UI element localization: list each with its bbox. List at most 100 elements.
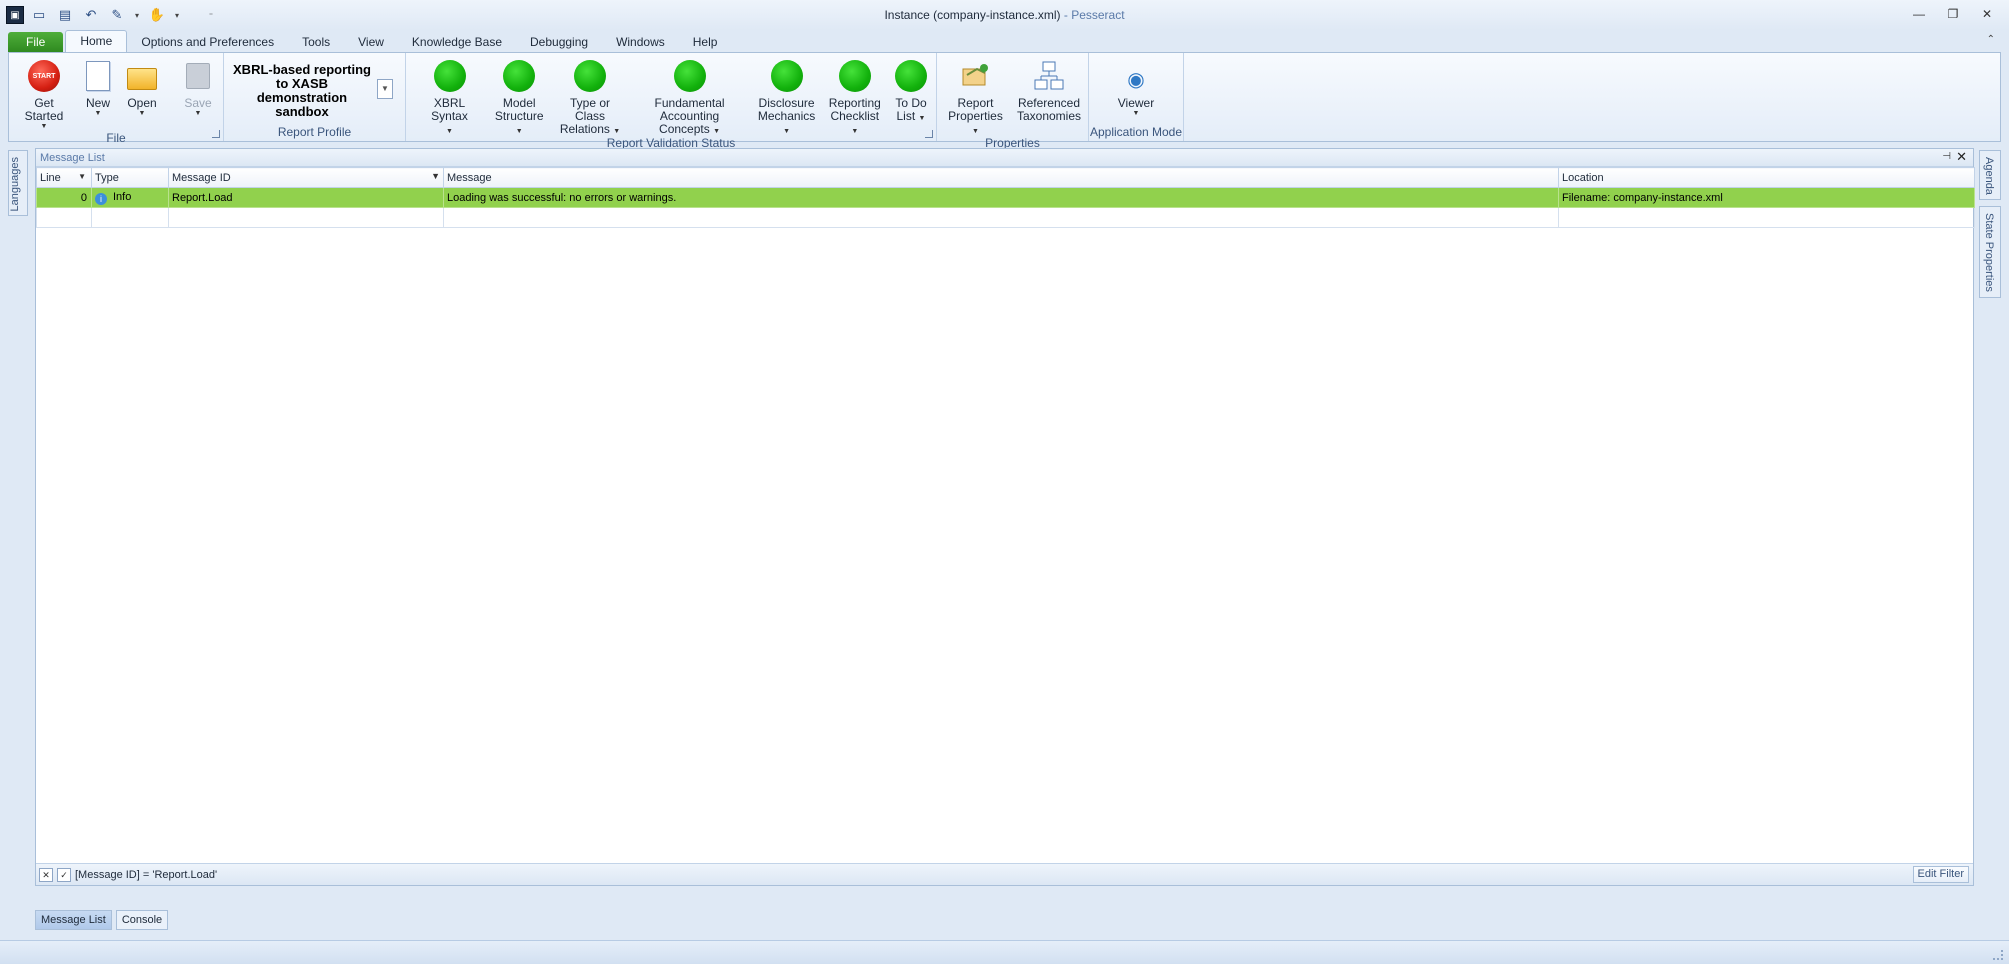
message-list-panel: Message List ⊣ ✕ Line ▼ Type Message ID ▼ … — [35, 148, 1975, 886]
tab-debugging[interactable]: Debugging — [516, 32, 602, 52]
dialog-launcher-icon[interactable] — [212, 130, 220, 138]
status-ok-icon — [503, 60, 536, 92]
status-bar — [0, 940, 2009, 964]
column-header-location[interactable]: Location — [1558, 167, 1975, 188]
collapse-ribbon-icon[interactable]: ⌃ — [1987, 34, 1995, 45]
clear-filter-icon[interactable]: ✕ — [39, 867, 53, 882]
filter-expression: [Message ID] = 'Report.Load' — [75, 868, 218, 881]
tab-options[interactable]: Options and Preferences — [127, 32, 288, 52]
minimize-button[interactable]: — — [1911, 6, 1927, 22]
window-controls: — ❐ ✕ — [1911, 6, 1995, 22]
referenced-taxonomies-button[interactable]: Referenced Taxonomies — [1013, 55, 1085, 136]
chevron-down-icon: ▼ — [446, 128, 453, 135]
sort-desc-icon: ▼ — [78, 172, 86, 181]
chevron-down-icon: ▼ — [972, 128, 979, 135]
disclosure-mechanics-label: Disclosure — [758, 96, 815, 110]
ribbon-group-file: START Get Started ▼ New ▼ Open ▼ Save ▼ … — [9, 53, 224, 145]
get-started-button[interactable]: START Get Started ▼ — [12, 55, 76, 131]
filter-bar: ✕ ✓ [Message ID] = 'Report.Load' Edit Fi… — [36, 863, 1973, 885]
app-name: Pesseract — [1071, 8, 1125, 22]
fundamental-accounting-label: Fundamental — [654, 96, 725, 110]
filter-icon[interactable]: ▼ — [431, 171, 440, 181]
tab-file[interactable]: File — [8, 32, 64, 52]
tab-windows[interactable]: Windows — [602, 32, 679, 52]
tab-tools[interactable]: Tools — [288, 32, 344, 52]
state-properties-side-tab[interactable]: State Properties — [1979, 206, 2001, 298]
cell-location: Filename: company-instance.xml — [1558, 187, 1975, 208]
open-label: Open — [127, 96, 157, 110]
get-started-label: Get Started — [24, 96, 64, 123]
column-header-message-id[interactable]: Message ID ▼ — [168, 167, 444, 188]
xbrl-syntax-label: XBRL Syntax — [431, 96, 468, 123]
resize-grip-icon[interactable] — [1993, 950, 2003, 960]
cell-type: i Info — [91, 187, 169, 208]
chevron-down-icon: ▼ — [194, 110, 202, 117]
tab-knowledge-base[interactable]: Knowledge Base — [398, 32, 516, 52]
report-properties-label: Report — [957, 96, 994, 110]
model-structure-button[interactable]: Model Structure ▼ — [489, 55, 549, 136]
chevron-down-icon: ▼ — [94, 110, 102, 117]
state-properties-label: State Properties — [1983, 213, 1995, 292]
to-do-list-button[interactable]: To Do List ▼ — [889, 55, 933, 136]
fundamental-accounting-concepts-button[interactable]: Fundamental Accounting Concepts ▼ — [631, 55, 749, 136]
status-ok-icon — [673, 60, 706, 92]
chevron-down-icon: ▼ — [613, 128, 621, 135]
status-ok-icon — [895, 60, 927, 92]
tab-home[interactable]: Home — [65, 30, 128, 52]
languages-label: Languages — [9, 157, 21, 212]
column-header-type[interactable]: Type — [91, 167, 169, 188]
tab-help[interactable]: Help — [679, 32, 732, 52]
agenda-side-tab[interactable]: Agenda — [1979, 150, 2001, 200]
eye-icon: ◉ — [1127, 68, 1145, 91]
save-button[interactable]: Save ▼ — [176, 55, 220, 131]
close-icon[interactable]: ✕ — [1956, 149, 1967, 165]
group-label-report-profile: Report Profile — [277, 125, 352, 139]
edit-filter-button[interactable]: Edit Filter — [1912, 866, 1969, 883]
tab-view[interactable]: View — [344, 32, 398, 52]
tab-console[interactable]: Console — [115, 910, 169, 930]
close-button[interactable]: ✕ — [1979, 6, 1995, 22]
chevron-down-icon: ▼ — [40, 123, 48, 130]
report-profile-dropdown[interactable]: ▼ — [377, 79, 393, 99]
model-structure-label: Model — [502, 96, 536, 110]
ribbon-group-validation: XBRL Syntax ▼ Model Structure ▼ Type or C… — [406, 53, 937, 150]
group-label-file: File — [106, 131, 126, 145]
group-label-application-mode: Application Mode — [1089, 125, 1183, 139]
type-class-relations-label: Type or Class — [569, 96, 611, 123]
xbrl-syntax-button[interactable]: XBRL Syntax ▼ — [414, 55, 485, 136]
column-header-line[interactable]: Line ▼ — [36, 167, 92, 188]
agenda-label: Agenda — [1983, 157, 1995, 195]
reporting-checklist-button[interactable]: Reporting Checklist ▼ — [825, 55, 885, 136]
dialog-launcher-icon[interactable] — [925, 130, 933, 138]
cell-message-id: Report.Load — [168, 187, 444, 208]
viewer-button[interactable]: ◉ Viewer ▼ — [1114, 55, 1158, 125]
open-button[interactable]: Open ▼ — [120, 55, 164, 131]
message-grid: Line ▼ Type Message ID ▼ Message Location … — [36, 167, 1975, 228]
bottom-tabs: Message List Console — [35, 910, 169, 930]
status-ok-icon — [574, 60, 606, 92]
referenced-taxonomies-label: Referenced — [1017, 96, 1080, 110]
languages-side-tab[interactable]: Languages — [8, 150, 28, 216]
report-profile-value[interactable]: XBRL-based reporting to XASB demonstrati… — [227, 55, 377, 125]
column-header-message[interactable]: Message — [443, 167, 1559, 188]
type-class-relations-button[interactable]: Type or Class Relations ▼ — [553, 55, 626, 136]
disclosure-mechanics-button[interactable]: Disclosure Mechanics ▼ — [753, 55, 821, 136]
tab-message-list[interactable]: Message List — [35, 910, 112, 930]
pin-icon[interactable]: ⊣ — [1942, 151, 1951, 162]
maximize-button[interactable]: ❐ — [1945, 6, 1961, 22]
chevron-down-icon: ▼ — [851, 128, 859, 135]
ribbon-group-report-profile: XBRL-based reporting to XASB demonstrati… — [224, 53, 406, 141]
chevron-down-icon: ▼ — [138, 110, 146, 117]
table-row[interactable]: 0 i Info Report.Load Loading was successf… — [36, 187, 1975, 208]
table-row-empty[interactable] — [36, 207, 1975, 228]
report-properties-button[interactable]: Report Properties ▼ — [940, 55, 1011, 136]
new-button[interactable]: New ▼ — [76, 55, 120, 131]
viewer-label: Viewer — [1117, 96, 1155, 110]
chevron-down-icon: ▼ — [713, 128, 721, 135]
status-ok-icon — [838, 60, 871, 92]
filter-enabled-checkbox[interactable]: ✓ — [57, 867, 71, 882]
chevron-down-icon: ▼ — [918, 115, 926, 122]
document-title: Instance (company-instance.xml) — [884, 8, 1061, 22]
message-list-header: Message List ⊣ ✕ — [36, 149, 1973, 167]
start-icon: START — [28, 60, 60, 92]
